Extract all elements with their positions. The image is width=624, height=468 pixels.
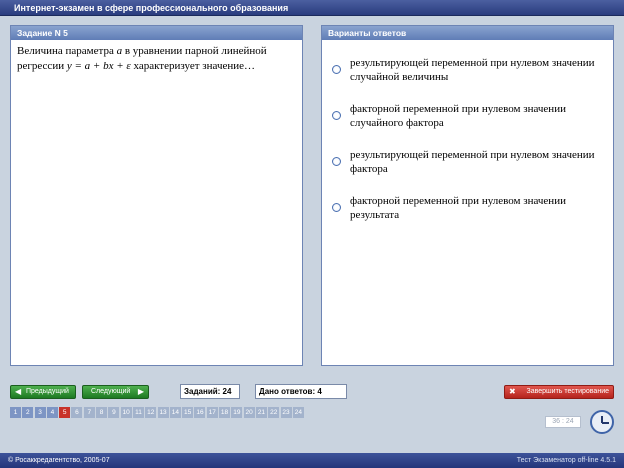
answer-option-label: результирующей переменной при нулевом зн… (350, 149, 595, 175)
question-formula: y = a + bx + ε (66, 60, 131, 72)
page-button[interactable]: 8 (96, 407, 109, 418)
page-button[interactable]: 16 (194, 407, 207, 418)
finish-label: Завершить тестирование (526, 388, 610, 395)
radio-button[interactable] (332, 157, 341, 166)
answer-option-label: факторной переменной при нулевом значени… (350, 195, 566, 221)
page-button[interactable]: 7 (83, 407, 96, 418)
question-after: характеризует значение… (133, 60, 256, 72)
arrow-right-icon: ▶ (137, 387, 144, 396)
version-text: Тест Экзаменатор off-line 4.5.1 (516, 457, 616, 464)
page-button[interactable]: 14 (169, 407, 182, 418)
page-button[interactable]: 18 (219, 407, 232, 418)
radio-button[interactable] (332, 203, 341, 212)
page-button[interactable]: 3 (34, 407, 47, 418)
page-button[interactable]: 2 (22, 407, 35, 418)
answer-option-label: результирующей переменной при нулевом зн… (350, 57, 595, 83)
finish-test-button[interactable]: ✖ Завершить тестирование (504, 385, 614, 399)
page-button[interactable]: 13 (157, 407, 170, 418)
answers-counter: Дано ответов: 4 (255, 384, 347, 399)
answers-panel: Варианты ответов результирующей переменн… (321, 25, 614, 366)
page-button[interactable]: 4 (46, 407, 59, 418)
page-button[interactable]: 22 (268, 407, 281, 418)
radio-button[interactable] (332, 65, 341, 74)
page-button[interactable]: 21 (255, 407, 268, 418)
runner-icon: ✖ (509, 387, 516, 396)
task-panel: Задание N 5 Величина параметра a в уравн… (10, 25, 303, 366)
answers-header: Варианты ответов (322, 26, 613, 40)
page-button[interactable]: 11 (132, 407, 145, 418)
page-button[interactable]: 24 (292, 407, 305, 418)
task-header: Задание N 5 (11, 26, 302, 40)
page-button[interactable]: 15 (182, 407, 195, 418)
page-button-current[interactable]: 5 (59, 407, 72, 418)
next-label: Следующий (91, 388, 131, 395)
page-navigator: 1 2 3 4 5 6 7 8 9 10 11 12 13 14 15 16 1… (10, 407, 305, 418)
radio-button[interactable] (332, 111, 341, 120)
arrow-left-icon: ◀ (15, 387, 22, 396)
next-button[interactable]: Следующий ▶ (82, 385, 149, 399)
page-button[interactable]: 20 (243, 407, 256, 418)
footer: © Росаккредагентство, 2005-07 Тест Экзам… (0, 453, 624, 468)
previous-label: Предыдущий (26, 388, 69, 395)
question-param: a (116, 45, 123, 57)
page-button[interactable]: 17 (206, 407, 219, 418)
page-button[interactable]: 1 (10, 407, 22, 418)
timer-display: 36 : 24 (545, 416, 581, 428)
question-before: Величина параметра (17, 45, 114, 57)
page-button[interactable]: 19 (231, 407, 244, 418)
page-button[interactable]: 23 (280, 407, 293, 418)
clock-icon (590, 410, 614, 434)
previous-button[interactable]: ◀ Предыдущий (10, 385, 76, 399)
copyright-text: © Росаккредагентство, 2005-07 (8, 457, 110, 464)
page-button[interactable]: 6 (71, 407, 84, 418)
question-text: Величина параметра a в уравнении парной … (11, 40, 302, 78)
page-button[interactable]: 9 (108, 407, 121, 418)
page-button[interactable]: 12 (145, 407, 158, 418)
window-title: Интернет-экзамен в сфере профессионально… (0, 0, 624, 16)
page-button[interactable]: 10 (120, 407, 133, 418)
tasks-counter: Заданий: 24 (180, 384, 240, 399)
answer-option-label: факторной переменной при нулевом значени… (350, 103, 566, 129)
